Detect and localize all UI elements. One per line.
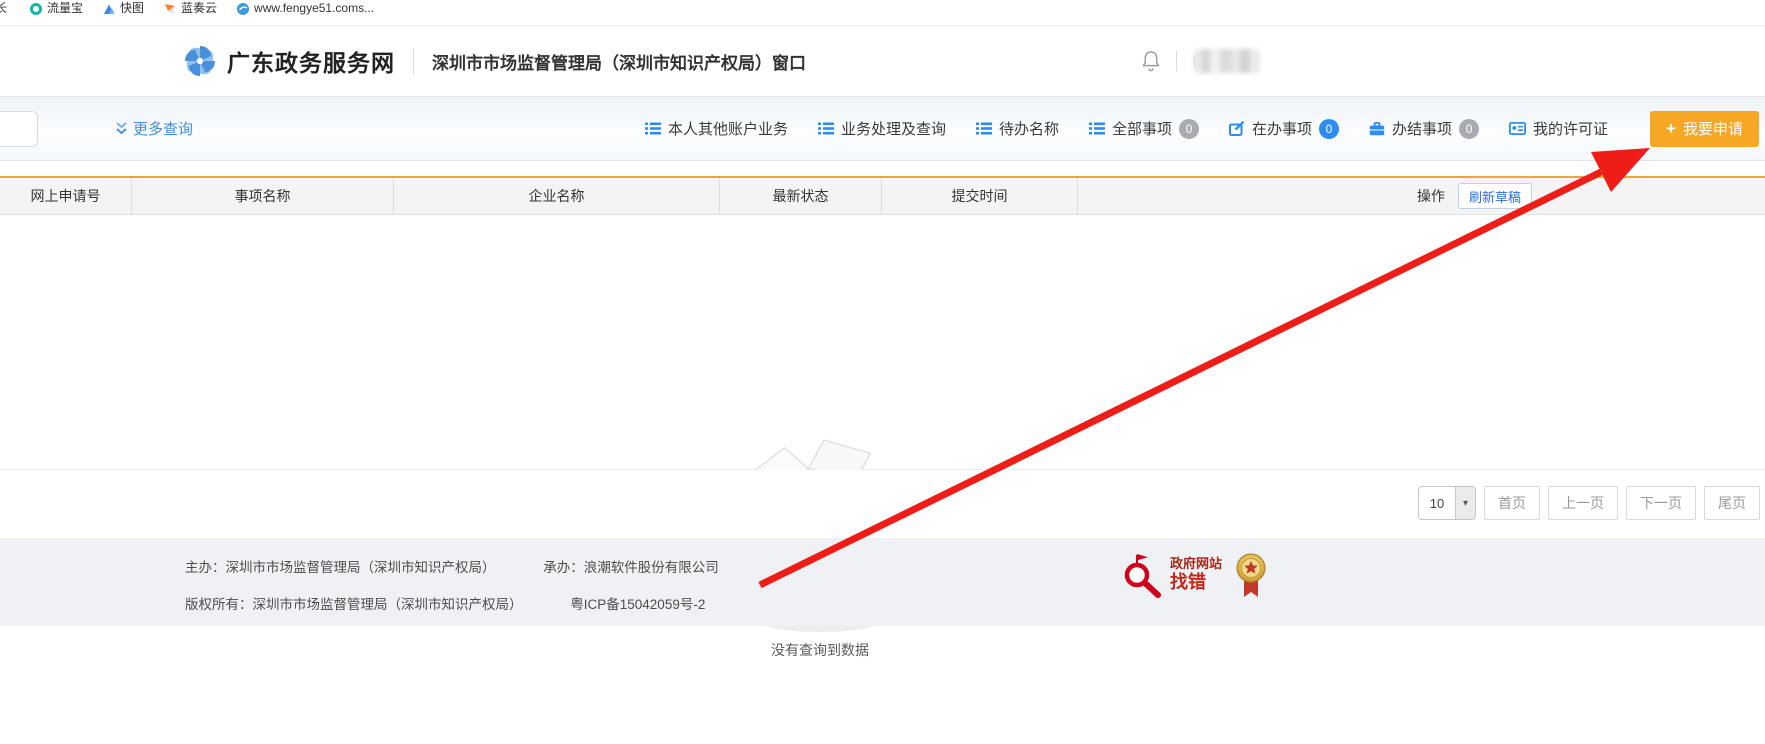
find-error-top-label: 政府网站 <box>1170 557 1222 572</box>
office-window-title: 深圳市市场监督管理局（深圳市知识产权局）窗口 <box>432 49 806 74</box>
bookmark-label: 长 <box>0 0 7 17</box>
header-divider <box>413 48 414 74</box>
double-chevron-down-icon <box>116 122 127 135</box>
nav-item-label: 业务处理及查询 <box>841 118 946 139</box>
column-header-latest-status: 最新状态 <box>720 178 882 214</box>
list-icon <box>976 122 992 135</box>
nav-item-completed[interactable]: 办结事项 0 <box>1369 118 1479 139</box>
bookmark-label: 快图 <box>120 0 144 17</box>
bookmark-label: 蓝奏云 <box>181 0 217 17</box>
page-size-select[interactable]: 10 ▾ <box>1418 486 1476 520</box>
count-badge: 0 <box>1459 119 1479 139</box>
column-header-company-name: 企业名称 <box>394 178 720 214</box>
nav-item-label: 在办事项 <box>1252 118 1312 139</box>
brand-title: 广东政务服务网 <box>227 44 395 78</box>
bookmark-label: www.fengye51.coms... <box>254 0 374 17</box>
find-error-magnifier-icon <box>1120 552 1164 598</box>
apply-now-label: 我要申请 <box>1683 118 1743 139</box>
page: 长 流量宝 快图 蓝奏云 www.fengye51.coms... <box>0 0 1765 744</box>
first-page-button[interactable]: 首页 <box>1484 486 1540 520</box>
applications-table-header: 网上申请号 事项名称 企业名称 最新状态 提交时间 操作 刷新草稿 <box>0 176 1765 215</box>
nav-item-all-items[interactable]: 全部事项 0 <box>1089 118 1199 139</box>
blue-mountain-icon <box>103 3 115 15</box>
app-header: 广东政务服务网 深圳市市场监督管理局（深圳市知识产权局）窗口 ( <box>0 26 1765 96</box>
nav-item-business-query[interactable]: 业务处理及查询 <box>818 118 946 139</box>
footer-undertaker: 承办：浪潮软件股份有限公司 <box>543 560 719 575</box>
edit-icon <box>1229 121 1245 136</box>
empty-message: 没有查询到数据 <box>705 640 935 660</box>
list-icon <box>1089 122 1105 135</box>
footer-copyright: 版权所有：深圳市市场监督管理局（深圳市知识产权局） <box>185 597 523 612</box>
list-icon <box>818 122 834 135</box>
gov-site-find-error-badge[interactable]: 政府网站 找错 <box>1120 552 1222 598</box>
orange-flag-icon <box>164 3 176 15</box>
nav-item-label: 全部事项 <box>1112 118 1172 139</box>
find-error-bottom-label: 找错 <box>1170 572 1222 593</box>
apply-now-button[interactable]: + 我要申请 <box>1650 111 1759 147</box>
brand-home-link[interactable]: 广东政务服务网 <box>183 44 395 78</box>
id-card-icon <box>1509 122 1526 135</box>
header-vline <box>1176 51 1177 71</box>
action-label: 操作 <box>1417 186 1445 206</box>
footer-icp: 粤ICP备15042059号-2 <box>570 597 705 612</box>
nav-item-in-progress[interactable]: 在办事项 0 <box>1229 118 1339 139</box>
column-header-application-no: 网上申请号 <box>0 178 132 214</box>
browser-bookmarks-bar: 长 流量宝 快图 蓝奏云 www.fengye51.coms... <box>0 0 1765 26</box>
bookmark-item[interactable]: www.fengye51.coms... <box>237 0 374 17</box>
page-footer: 主办：深圳市市场监督管理局（深圳市知识产权局） 承办：浪潮软件股份有限公司 版权… <box>0 538 1765 626</box>
prev-page-button[interactable]: 上一页 <box>1548 486 1618 520</box>
refresh-draft-button[interactable]: 刷新草稿 <box>1458 183 1532 209</box>
nav-item-label: 本人其他账户业务 <box>668 118 788 139</box>
gov-emblem-badge[interactable] <box>1236 551 1266 599</box>
blue-globe-icon <box>237 3 249 15</box>
teal-ring-icon <box>30 3 42 15</box>
page-size-value: 10 <box>1419 487 1455 519</box>
nav-item-my-licenses[interactable]: 我的许可证 <box>1509 118 1608 139</box>
nav-item-label: 我的许可证 <box>1533 118 1608 139</box>
briefcase-icon <box>1369 122 1385 136</box>
count-badge: 0 <box>1179 119 1199 139</box>
more-query-link[interactable]: 更多查询 <box>116 97 193 160</box>
bookmark-item[interactable]: 快图 <box>103 0 144 17</box>
pinwheel-logo-icon <box>183 44 217 78</box>
bookmark-item[interactable]: 蓝奏云 <box>164 0 217 17</box>
nav-item-todo-names[interactable]: 待办名称 <box>976 118 1059 139</box>
next-page-button[interactable]: 下一页 <box>1626 486 1696 520</box>
bookmark-label: 流量宝 <box>47 0 83 17</box>
count-badge: 0 <box>1319 119 1339 139</box>
plus-icon: + <box>1666 120 1676 137</box>
search-input[interactable] <box>0 111 38 147</box>
notification-bell-icon[interactable] <box>1141 50 1161 72</box>
last-page-button[interactable]: 尾页 <box>1704 486 1760 520</box>
workspace-nav-bar: 更多查询 本人其他账户业务 业务处理及查询 待办名称 全部事项 0 <box>0 96 1765 161</box>
nav-item-label: 办结事项 <box>1392 118 1452 139</box>
bookmark-item[interactable]: 流量宝 <box>30 0 83 17</box>
applications-table-body: 没有查询到数据 <box>0 215 1765 470</box>
column-header-submit-time: 提交时间 <box>882 178 1078 214</box>
more-query-label: 更多查询 <box>133 118 193 139</box>
column-header-action: 操作 刷新草稿 <box>1078 178 1765 214</box>
chevron-down-icon: ▾ <box>1455 487 1475 519</box>
user-account-blurred[interactable] <box>1194 49 1260 73</box>
footer-host: 主办：深圳市市场监督管理局（深圳市知识产权局） <box>185 560 496 575</box>
pagination-bar: 10 ▾ 首页 上一页 下一页 尾页 <box>0 470 1765 538</box>
nav-item-label: 待办名称 <box>999 118 1059 139</box>
nav-item-my-other-accounts[interactable]: 本人其他账户业务 <box>645 118 788 139</box>
list-icon <box>645 122 661 135</box>
column-header-item-name: 事项名称 <box>132 178 394 214</box>
bookmark-item-clipped[interactable]: 长 <box>0 0 10 17</box>
